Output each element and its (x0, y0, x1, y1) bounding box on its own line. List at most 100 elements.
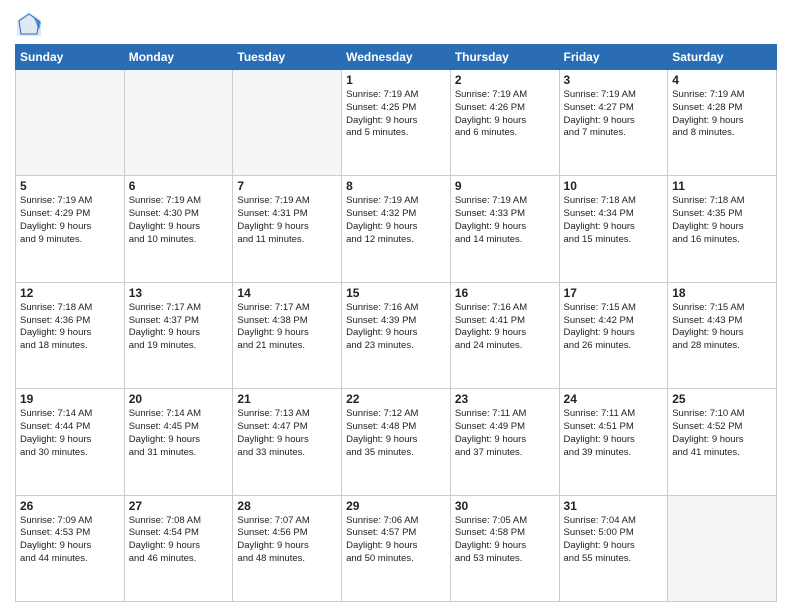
day-info: Sunrise: 7:04 AM Sunset: 5:00 PM Dayligh… (564, 515, 664, 566)
calendar-week-3: 19 Sunrise: 7:14 AM Sunset: 4:44 PM Dayli… (16, 389, 777, 495)
day-info: Sunrise: 7:18 AM Sunset: 4:34 PM Dayligh… (564, 195, 664, 246)
calendar-cell: 18 Sunrise: 7:15 AM Sunset: 4:43 PM Dayli… (668, 282, 777, 388)
day-info: Sunrise: 7:05 AM Sunset: 4:58 PM Dayligh… (455, 515, 555, 566)
day-number: 9 (455, 179, 555, 193)
day-number: 31 (564, 499, 664, 513)
calendar-cell: 30Sunrise: 7:05 AM Sunset: 4:58 PM Dayli… (450, 495, 559, 601)
day-number: 23 (455, 392, 555, 406)
day-number: 6 (129, 179, 229, 193)
day-info: Sunrise: 7:17 AM Sunset: 4:37 PM Dayligh… (129, 302, 229, 353)
day-info: Sunrise: 7:11 AM Sunset: 4:51 PM Dayligh… (564, 408, 664, 459)
day-info: Sunrise: 7:07 AM Sunset: 4:56 PM Dayligh… (237, 515, 337, 566)
calendar-cell: 24Sunrise: 7:11 AM Sunset: 4:51 PM Dayli… (559, 389, 668, 495)
col-header-monday: Monday (124, 45, 233, 70)
day-info: Sunrise: 7:18 AM Sunset: 4:36 PM Dayligh… (20, 302, 120, 353)
calendar-cell (668, 495, 777, 601)
day-number: 7 (237, 179, 337, 193)
calendar-cell: 9Sunrise: 7:19 AM Sunset: 4:33 PM Daylig… (450, 176, 559, 282)
calendar-cell: 22 Sunrise: 7:12 AM Sunset: 4:48 PM Dayli… (342, 389, 451, 495)
calendar-cell (16, 70, 125, 176)
calendar-cell: 31 Sunrise: 7:04 AM Sunset: 5:00 PM Dayli… (559, 495, 668, 601)
calendar: SundayMondayTuesdayWednesdayThursdayFrid… (15, 44, 777, 602)
day-info: Sunrise: 7:19 AM Sunset: 4:30 PM Dayligh… (129, 195, 229, 246)
calendar-week-1: 5 Sunrise: 7:19 AM Sunset: 4:29 PM Daylig… (16, 176, 777, 282)
calendar-week-4: 26 Sunrise: 7:09 AM Sunset: 4:53 PM Dayli… (16, 495, 777, 601)
day-info: Sunrise: 7:19 AM Sunset: 4:31 PM Dayligh… (237, 195, 337, 246)
logo-icon (15, 10, 43, 38)
day-info: Sunrise: 7:17 AM Sunset: 4:38 PM Dayligh… (237, 302, 337, 353)
day-info: Sunrise: 7:06 AM Sunset: 4:57 PM Dayligh… (346, 515, 446, 566)
day-number: 8 (346, 179, 446, 193)
page: SundayMondayTuesdayWednesdayThursdayFrid… (0, 0, 792, 612)
day-info: Sunrise: 7:11 AM Sunset: 4:49 PM Dayligh… (455, 408, 555, 459)
calendar-cell: 21 Sunrise: 7:13 AM Sunset: 4:47 PM Dayli… (233, 389, 342, 495)
day-info: Sunrise: 7:10 AM Sunset: 4:52 PM Dayligh… (672, 408, 772, 459)
col-header-saturday: Saturday (668, 45, 777, 70)
day-info: Sunrise: 7:19 AM Sunset: 4:32 PM Dayligh… (346, 195, 446, 246)
day-info: Sunrise: 7:13 AM Sunset: 4:47 PM Dayligh… (237, 408, 337, 459)
calendar-cell: 27 Sunrise: 7:08 AM Sunset: 4:54 PM Dayli… (124, 495, 233, 601)
calendar-cell: 5 Sunrise: 7:19 AM Sunset: 4:29 PM Daylig… (16, 176, 125, 282)
day-number: 17 (564, 286, 664, 300)
day-number: 2 (455, 73, 555, 87)
calendar-cell (124, 70, 233, 176)
day-number: 4 (672, 73, 772, 87)
day-info: Sunrise: 7:14 AM Sunset: 4:45 PM Dayligh… (129, 408, 229, 459)
day-info: Sunrise: 7:08 AM Sunset: 4:54 PM Dayligh… (129, 515, 229, 566)
col-header-friday: Friday (559, 45, 668, 70)
calendar-week-0: 1Sunrise: 7:19 AM Sunset: 4:25 PM Daylig… (16, 70, 777, 176)
day-info: Sunrise: 7:19 AM Sunset: 4:26 PM Dayligh… (455, 89, 555, 140)
day-info: Sunrise: 7:19 AM Sunset: 4:25 PM Dayligh… (346, 89, 446, 140)
day-info: Sunrise: 7:19 AM Sunset: 4:27 PM Dayligh… (564, 89, 664, 140)
day-number: 3 (564, 73, 664, 87)
col-header-wednesday: Wednesday (342, 45, 451, 70)
calendar-cell: 8 Sunrise: 7:19 AM Sunset: 4:32 PM Daylig… (342, 176, 451, 282)
calendar-cell: 17Sunrise: 7:15 AM Sunset: 4:42 PM Dayli… (559, 282, 668, 388)
day-number: 28 (237, 499, 337, 513)
day-info: Sunrise: 7:19 AM Sunset: 4:28 PM Dayligh… (672, 89, 772, 140)
day-number: 5 (20, 179, 120, 193)
calendar-cell (233, 70, 342, 176)
day-number: 13 (129, 286, 229, 300)
day-number: 15 (346, 286, 446, 300)
day-info: Sunrise: 7:16 AM Sunset: 4:39 PM Dayligh… (346, 302, 446, 353)
day-number: 20 (129, 392, 229, 406)
col-header-tuesday: Tuesday (233, 45, 342, 70)
calendar-cell: 20 Sunrise: 7:14 AM Sunset: 4:45 PM Dayli… (124, 389, 233, 495)
calendar-cell: 10 Sunrise: 7:18 AM Sunset: 4:34 PM Dayli… (559, 176, 668, 282)
calendar-header-row: SundayMondayTuesdayWednesdayThursdayFrid… (16, 45, 777, 70)
day-number: 27 (129, 499, 229, 513)
calendar-cell: 2 Sunrise: 7:19 AM Sunset: 4:26 PM Daylig… (450, 70, 559, 176)
calendar-cell: 16Sunrise: 7:16 AM Sunset: 4:41 PM Dayli… (450, 282, 559, 388)
day-info: Sunrise: 7:09 AM Sunset: 4:53 PM Dayligh… (20, 515, 120, 566)
day-info: Sunrise: 7:12 AM Sunset: 4:48 PM Dayligh… (346, 408, 446, 459)
logo (15, 10, 47, 38)
calendar-cell: 4 Sunrise: 7:19 AM Sunset: 4:28 PM Daylig… (668, 70, 777, 176)
day-number: 22 (346, 392, 446, 406)
day-info: Sunrise: 7:19 AM Sunset: 4:29 PM Dayligh… (20, 195, 120, 246)
day-number: 18 (672, 286, 772, 300)
day-number: 19 (20, 392, 120, 406)
calendar-cell: 7 Sunrise: 7:19 AM Sunset: 4:31 PM Daylig… (233, 176, 342, 282)
calendar-cell: 1Sunrise: 7:19 AM Sunset: 4:25 PM Daylig… (342, 70, 451, 176)
day-info: Sunrise: 7:18 AM Sunset: 4:35 PM Dayligh… (672, 195, 772, 246)
col-header-thursday: Thursday (450, 45, 559, 70)
day-info: Sunrise: 7:15 AM Sunset: 4:43 PM Dayligh… (672, 302, 772, 353)
calendar-cell: 3 Sunrise: 7:19 AM Sunset: 4:27 PM Daylig… (559, 70, 668, 176)
day-number: 12 (20, 286, 120, 300)
calendar-cell: 29 Sunrise: 7:06 AM Sunset: 4:57 PM Dayli… (342, 495, 451, 601)
day-number: 10 (564, 179, 664, 193)
day-number: 14 (237, 286, 337, 300)
calendar-cell: 15 Sunrise: 7:16 AM Sunset: 4:39 PM Dayli… (342, 282, 451, 388)
calendar-cell: 26 Sunrise: 7:09 AM Sunset: 4:53 PM Dayli… (16, 495, 125, 601)
day-number: 11 (672, 179, 772, 193)
day-number: 29 (346, 499, 446, 513)
calendar-cell: 11 Sunrise: 7:18 AM Sunset: 4:35 PM Dayli… (668, 176, 777, 282)
calendar-cell: 6 Sunrise: 7:19 AM Sunset: 4:30 PM Daylig… (124, 176, 233, 282)
day-number: 26 (20, 499, 120, 513)
day-info: Sunrise: 7:16 AM Sunset: 4:41 PM Dayligh… (455, 302, 555, 353)
day-number: 21 (237, 392, 337, 406)
header (15, 10, 777, 38)
day-info: Sunrise: 7:14 AM Sunset: 4:44 PM Dayligh… (20, 408, 120, 459)
calendar-cell: 14 Sunrise: 7:17 AM Sunset: 4:38 PM Dayli… (233, 282, 342, 388)
